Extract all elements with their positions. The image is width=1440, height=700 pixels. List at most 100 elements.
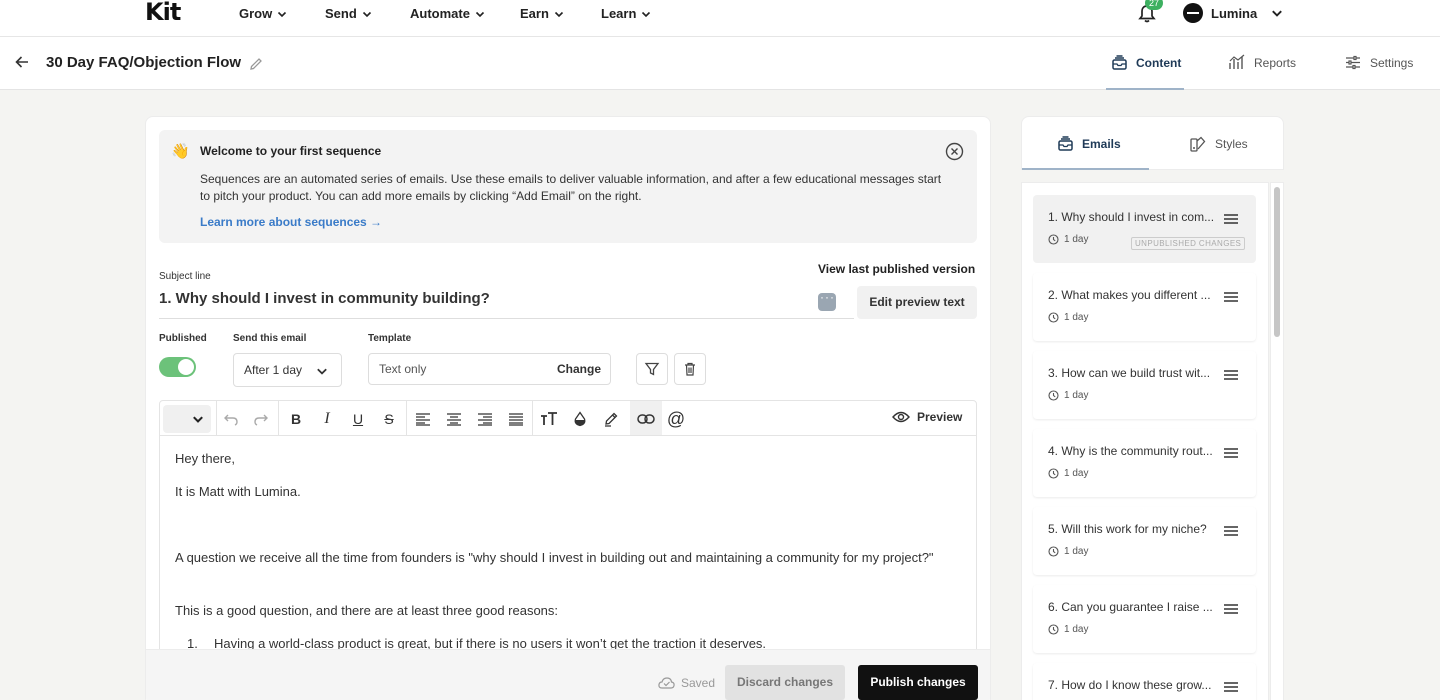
mention-button[interactable]: @ xyxy=(665,408,687,430)
drag-handle-icon[interactable] xyxy=(1223,446,1239,460)
tab-reports-label: Reports xyxy=(1254,55,1297,70)
body-paragraph: It is Matt with Lumina. xyxy=(175,484,301,499)
subject-underline xyxy=(159,318,854,319)
change-template-button[interactable]: Change xyxy=(557,362,601,376)
undo-button[interactable] xyxy=(220,408,242,430)
email-title: 2. What makes you different ... xyxy=(1048,288,1211,302)
view-last-published-link[interactable]: View last published version xyxy=(818,262,975,276)
send-delay-select[interactable]: After 1 day xyxy=(233,353,342,387)
published-toggle[interactable] xyxy=(159,357,196,377)
scrollbar-thumb[interactable] xyxy=(1274,187,1280,337)
delete-email-button[interactable] xyxy=(674,353,706,385)
tab-settings-label: Settings xyxy=(1370,55,1414,70)
drag-handle-icon[interactable] xyxy=(1223,524,1239,538)
template-picker[interactable]: Text only Change xyxy=(368,353,611,385)
tab-content[interactable]: Content xyxy=(1111,54,1181,71)
published-label: Published xyxy=(159,333,207,344)
sequence-header: 30 Day FAQ/Objection Flow Content Report… xyxy=(0,37,1440,90)
italic-icon: I xyxy=(324,410,330,427)
publish-changes-button[interactable]: Publish changes xyxy=(858,665,978,700)
trash-icon xyxy=(685,362,695,376)
edit-preview-text-button[interactable]: Edit preview text xyxy=(857,286,977,319)
body-paragraph: A question we receive all the time from … xyxy=(175,550,934,565)
align-left-icon xyxy=(416,413,430,426)
email-list-item[interactable]: 3. How can we build trust wit... 1 day xyxy=(1033,351,1256,419)
avatar xyxy=(1183,3,1203,23)
preview-text-icon[interactable] xyxy=(818,290,836,311)
nav-grow[interactable]: Grow xyxy=(239,6,287,21)
tab-reports[interactable]: Reports xyxy=(1228,54,1296,71)
chevron-down-icon xyxy=(1272,10,1283,17)
underline-button[interactable]: U xyxy=(347,408,369,430)
email-delay-label: 1 day xyxy=(1064,312,1089,323)
email-list-item[interactable]: 5. Will this work for my niche? 1 day xyxy=(1033,507,1256,575)
email-delay: 1 day xyxy=(1048,234,1088,245)
toolbar-divider xyxy=(216,401,217,435)
active-sidebar-tab-indicator xyxy=(1022,168,1149,170)
clock-icon xyxy=(1048,390,1059,401)
email-list-item[interactable]: 6. Can you guarantee I raise ... 1 day xyxy=(1033,585,1256,653)
tab-settings[interactable]: Settings xyxy=(1344,54,1413,71)
close-banner-button[interactable] xyxy=(945,142,964,161)
email-list-scrollbar[interactable] xyxy=(1270,182,1284,700)
email-list-item[interactable]: 4. Why is the community rout... 1 day xyxy=(1033,429,1256,497)
clock-icon xyxy=(1048,234,1059,245)
clock-icon xyxy=(1048,546,1059,557)
email-list: 1. Why should I invest in com... 1 day U… xyxy=(1021,182,1269,700)
highlight-button[interactable] xyxy=(600,408,622,430)
toolbar-divider xyxy=(532,401,533,435)
nav-automate-label: Automate xyxy=(410,6,470,21)
drag-handle-icon[interactable] xyxy=(1223,368,1239,382)
drag-handle-icon[interactable] xyxy=(1223,680,1239,694)
discard-changes-button[interactable]: Discard changes xyxy=(725,665,845,700)
italic-button[interactable]: I xyxy=(316,408,338,430)
kit-logo[interactable]: Kit xyxy=(145,0,181,24)
link-button[interactable] xyxy=(635,408,657,430)
email-delay-label: 1 day xyxy=(1064,624,1089,635)
chevron-down-icon xyxy=(642,11,651,17)
close-circle-icon xyxy=(945,142,964,161)
email-title: 6. Can you guarantee I raise ... xyxy=(1048,600,1213,614)
text-format-select[interactable] xyxy=(163,405,211,433)
tab-emails-label: Emails xyxy=(1082,136,1121,151)
email-list-item[interactable]: 2. What makes you different ... 1 day xyxy=(1033,273,1256,341)
underline-icon: U xyxy=(352,411,364,427)
back-button[interactable] xyxy=(14,54,30,70)
unpublished-badge: UNPUBLISHED CHANGES xyxy=(1131,237,1246,250)
nav-send[interactable]: Send xyxy=(325,6,372,21)
bold-button[interactable]: B xyxy=(285,408,307,430)
redo-button[interactable] xyxy=(250,408,272,430)
email-title: 7. How do I know these grow... xyxy=(1048,678,1212,692)
strikethrough-button[interactable]: S xyxy=(378,408,400,430)
filter-button[interactable] xyxy=(636,353,668,385)
font-size-button[interactable] xyxy=(538,408,560,430)
align-center-button[interactable] xyxy=(443,408,465,430)
email-list-item[interactable]: 7. How do I know these grow... xyxy=(1033,663,1256,700)
drag-handle-icon[interactable] xyxy=(1223,212,1239,226)
text-color-button[interactable] xyxy=(569,408,591,430)
tab-emails[interactable]: Emails xyxy=(1057,135,1121,152)
pencil-icon xyxy=(250,58,262,70)
nav-automate[interactable]: Automate xyxy=(410,6,485,21)
subject-input[interactable]: 1. Why should I invest in community buil… xyxy=(159,290,490,307)
preview-button[interactable]: Preview xyxy=(892,410,962,424)
drag-handle-icon[interactable] xyxy=(1223,290,1239,304)
chevron-down-icon xyxy=(554,11,563,17)
drag-handle-icon[interactable] xyxy=(1223,602,1239,616)
align-right-icon xyxy=(478,413,492,426)
email-delay: 1 day xyxy=(1048,390,1088,401)
justify-button[interactable] xyxy=(505,408,527,430)
tab-styles[interactable]: Styles xyxy=(1189,135,1248,153)
editor-toolbar: B I U S @ Preview xyxy=(159,400,977,436)
align-right-button[interactable] xyxy=(474,408,496,430)
saved-status: Saved xyxy=(658,676,715,690)
justify-icon xyxy=(509,413,523,426)
nav-learn[interactable]: Learn xyxy=(601,6,651,21)
email-list-item[interactable]: 1. Why should I invest in com... 1 day U… xyxy=(1033,195,1256,263)
template-label: Template xyxy=(368,333,412,344)
edit-title-button[interactable] xyxy=(248,56,264,72)
account-menu[interactable]: Lumina xyxy=(1183,3,1283,23)
learn-more-link[interactable]: Learn more about sequences → xyxy=(200,215,382,229)
nav-earn[interactable]: Earn xyxy=(520,6,564,21)
align-left-button[interactable] xyxy=(412,408,434,430)
